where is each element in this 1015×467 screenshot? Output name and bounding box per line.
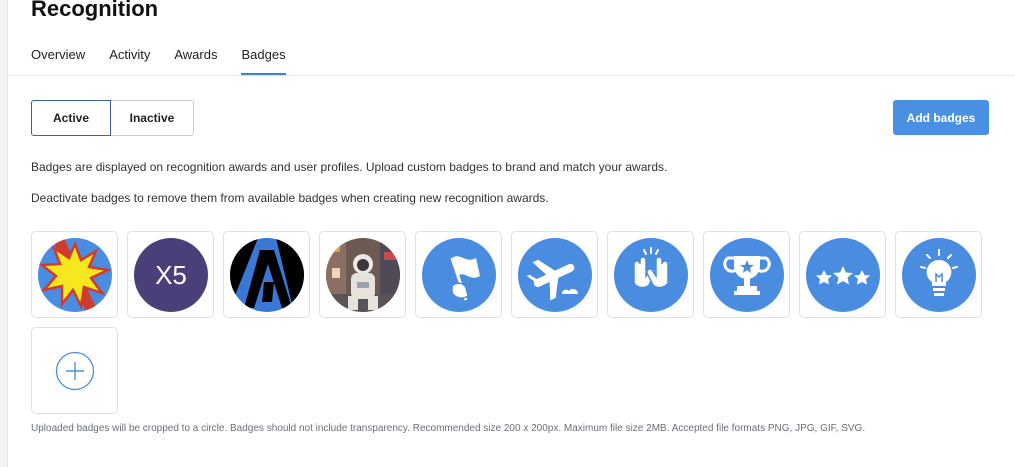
astronaut-photo-badge-icon — [325, 237, 400, 312]
tab-bar: Overview Activity Awards Badges — [31, 47, 310, 75]
page-title: Recognition — [31, 0, 159, 21]
badge-tile[interactable] — [799, 231, 886, 318]
flag-badge-icon — [421, 237, 496, 312]
add-badge-tile[interactable] — [31, 327, 118, 414]
badge-tile[interactable] — [703, 231, 790, 318]
tab-badges[interactable]: Badges — [241, 47, 286, 75]
inactive-toggle-button[interactable]: Inactive — [111, 100, 194, 136]
badge-tile[interactable] — [415, 231, 502, 318]
tab-divider — [7, 75, 1015, 76]
starburst-badge-icon — [37, 237, 112, 312]
tab-awards[interactable]: Awards — [174, 47, 217, 75]
badge-tile[interactable] — [31, 231, 118, 318]
x5-badge-icon: X5 — [133, 237, 208, 312]
active-toggle-button[interactable]: Active — [31, 100, 111, 136]
trophy-badge-icon — [709, 237, 784, 312]
badge-tile[interactable]: X5 — [127, 231, 214, 318]
badge-tile[interactable] — [511, 231, 598, 318]
badge-tile[interactable] — [319, 231, 406, 318]
badge-tile[interactable] — [607, 231, 694, 318]
status-toggle: Active Inactive — [31, 100, 194, 136]
high-five-badge-icon — [613, 237, 688, 312]
tab-activity[interactable]: Activity — [109, 47, 150, 75]
lightbulb-badge-icon — [901, 237, 976, 312]
upload-requirements-note: Uploaded badges will be cropped to a cir… — [31, 423, 866, 434]
add-badges-button[interactable]: Add badges — [893, 100, 989, 135]
airplane-badge-icon — [517, 237, 592, 312]
description-line-2: Deactivate badges to remove them from av… — [31, 191, 549, 205]
x5-badge-text: X5 — [155, 260, 187, 290]
plus-icon — [55, 351, 94, 390]
three-stars-badge-icon — [805, 237, 880, 312]
a-logo-badge-icon — [229, 237, 304, 312]
tab-overview[interactable]: Overview — [31, 47, 85, 75]
badge-tile[interactable] — [895, 231, 982, 318]
badge-tile[interactable] — [223, 231, 310, 318]
description-line-1: Badges are displayed on recognition awar… — [31, 160, 668, 174]
